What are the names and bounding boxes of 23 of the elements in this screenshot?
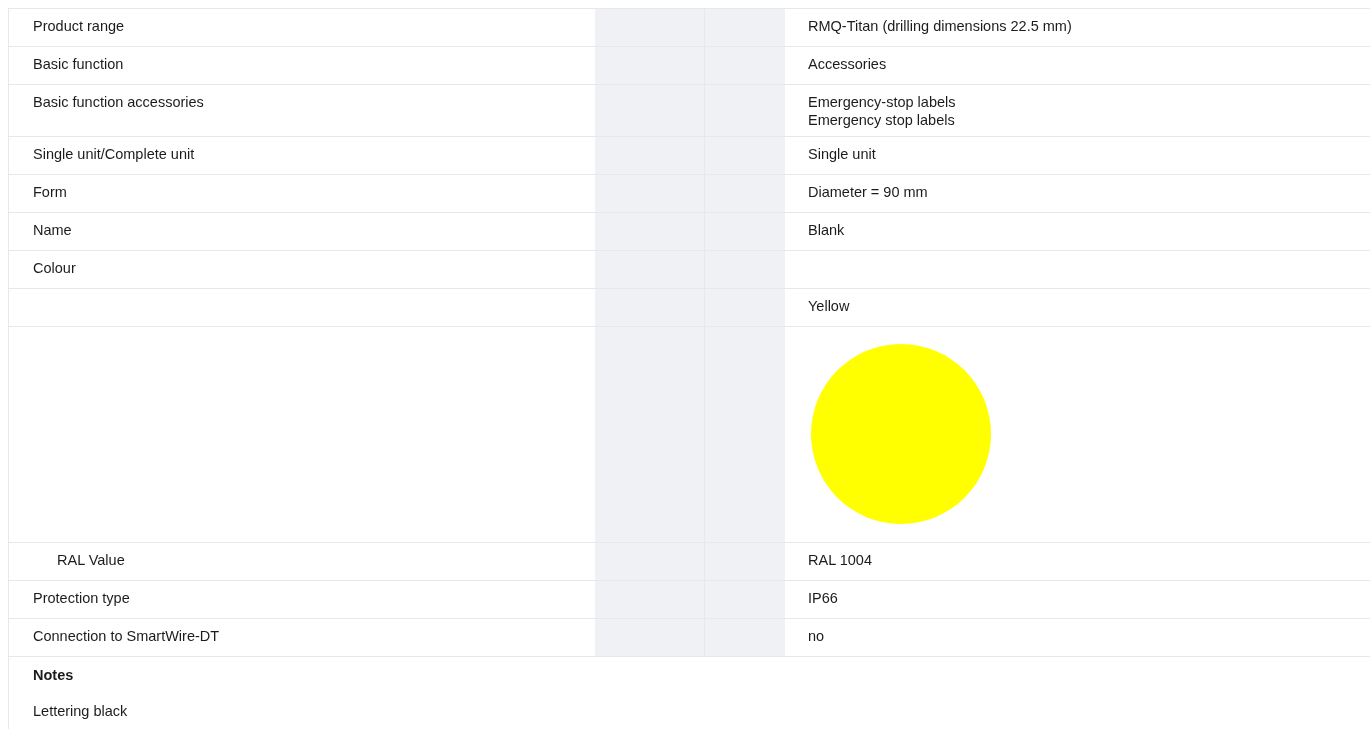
property-value: Emergency stop labels [808,112,956,128]
notes-heading: Notes [33,667,74,683]
property-value: RMQ-Titan (drilling dimensions 22.5 mm) [808,18,1072,34]
property-value: IP66 [808,590,838,606]
property-value: Emergency-stop labels [808,94,957,110]
property-value: Blank [808,222,845,238]
property-label: Basic function accessories [33,94,204,110]
property-value: Accessories [808,56,887,72]
property-value: Yellow [808,298,850,314]
property-label: Basic function [33,56,124,72]
property-value: RAL 1004 [808,552,872,568]
property-label: Protection type [33,590,130,606]
property-label: Single unit/Complete unit [33,146,195,162]
property-label: Form [33,184,67,200]
property-label: Product range [33,18,125,34]
property-label: Name [33,222,72,238]
note-text: Lettering black [33,703,128,719]
property-label: RAL Value [56,552,125,568]
property-label: Colour [33,260,76,276]
property-label: Connection to SmartWire-DT [33,628,220,644]
property-value: Single unit [808,146,876,162]
property-value: Diameter = 90 mm [808,184,928,200]
property-value: no [808,628,825,644]
